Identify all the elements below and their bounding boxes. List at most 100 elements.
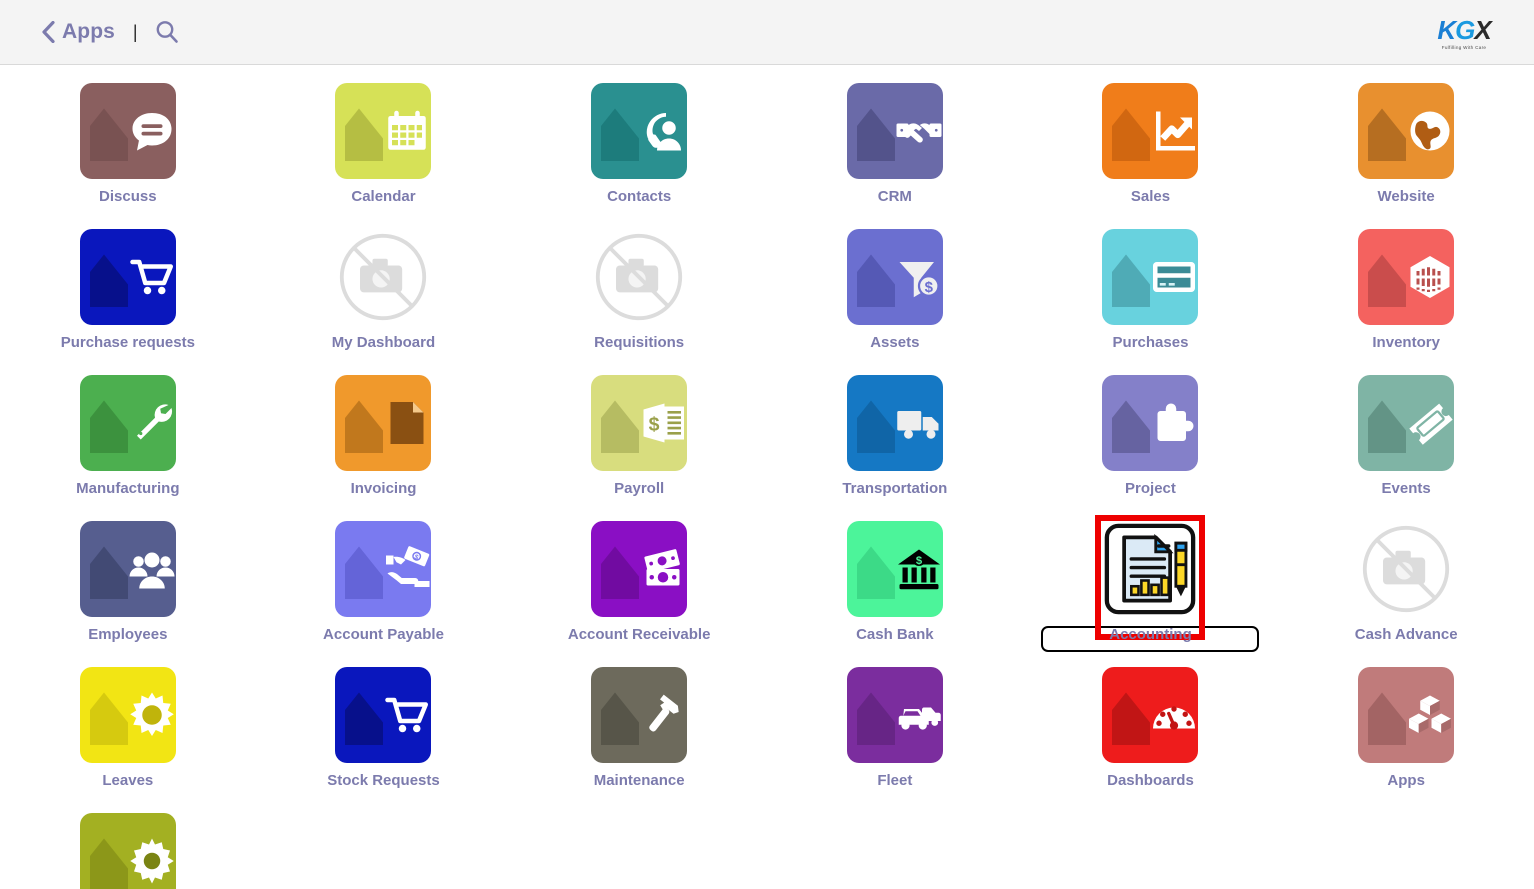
app-tile-transportation[interactable]: Transportation (790, 375, 1000, 521)
app-tile-dashboards[interactable]: Dashboards (1045, 667, 1255, 813)
app-label: Assets (870, 334, 920, 351)
top-navbar: Apps | KGX Fulfilling With Care (0, 0, 1534, 65)
app-tile-requisitions[interactable]: Requisitions (534, 229, 744, 375)
truck-icon (846, 375, 943, 471)
credit-card-icon (1102, 229, 1199, 325)
app-label: Stock Requests (327, 772, 440, 789)
app-label: Inventory (1372, 334, 1440, 351)
app-tile-website[interactable]: Website (1301, 83, 1511, 229)
bank-icon: $ (846, 521, 943, 617)
app-label: Events (1381, 480, 1431, 497)
app-tile-crm[interactable]: CRM (790, 83, 1000, 229)
payroll-dollar-icon: $ (591, 375, 688, 471)
app-label: Manufacturing (76, 480, 180, 497)
app-tile-invoicing[interactable]: Invoicing (278, 375, 488, 521)
app-tile-apps[interactable]: Apps (1301, 667, 1511, 813)
app-tile-assets[interactable]: $ Assets (790, 229, 1000, 375)
accounting-report-icon (1102, 521, 1199, 617)
app-label: Calendar (351, 188, 416, 205)
app-label: Employees (88, 626, 168, 643)
app-label: Contacts (607, 188, 672, 205)
document-lines-icon (335, 375, 432, 471)
logo-wordmark: KGX (1437, 14, 1491, 45)
logo-letter-g: G (1455, 14, 1475, 45)
search-icon[interactable] (154, 19, 180, 45)
app-label: Project (1125, 480, 1176, 497)
app-label: Cash Bank (856, 626, 934, 643)
app-tile-leaves[interactable]: Leaves (23, 667, 233, 813)
app-label: Maintenance (593, 772, 685, 789)
globe-icon (1358, 83, 1455, 179)
gauge-icon (1102, 667, 1199, 763)
chevron-left-icon (42, 21, 55, 43)
cubes-icon (1358, 667, 1455, 763)
warehouse-icon (1358, 229, 1455, 325)
banknotes-icon (591, 521, 688, 617)
growth-chart-icon (1102, 83, 1199, 179)
calendar-icon (335, 83, 432, 179)
no-image-icon (335, 229, 431, 325)
app-label: CRM (877, 188, 912, 205)
gear-icon (79, 813, 176, 889)
app-label: Account Receivable (567, 626, 711, 643)
app-tile-stock-requests[interactable]: Stock Requests (278, 667, 488, 813)
kgx-logo: KGX Fulfilling With Care (1424, 12, 1504, 54)
back-to-apps-link[interactable]: Apps (40, 20, 115, 44)
navbar-divider: | (132, 21, 138, 42)
app-label: Cash Advance (1354, 626, 1458, 643)
svg-text:$: $ (649, 414, 660, 436)
app-tile-manufacturing[interactable]: Manufacturing (23, 375, 233, 521)
no-image-icon (591, 229, 687, 325)
app-label: Dashboards (1107, 772, 1194, 789)
app-label: Invoicing (350, 480, 417, 497)
app-tile-sales[interactable]: Sales (1045, 83, 1255, 229)
app-label: Discuss (99, 188, 157, 205)
app-label: Purchases (1112, 334, 1189, 351)
app-tile-inventory[interactable]: Inventory (1301, 229, 1511, 375)
app-tile-project[interactable]: Project (1045, 375, 1255, 521)
svg-text:$: $ (916, 555, 923, 567)
app-label: Account Payable (323, 626, 444, 643)
phone-person-icon (591, 83, 688, 179)
app-tile-discuss[interactable]: Discuss (23, 83, 233, 229)
funnel-dollar-icon: $ (846, 229, 943, 325)
logo-tagline: Fulfilling With Care (1441, 44, 1487, 50)
people-group-icon (79, 521, 176, 617)
app-tile-my-dashboard[interactable]: My Dashboard (278, 229, 488, 375)
app-tile-cash-advance[interactable]: Cash Advance (1301, 521, 1511, 667)
hand-money-icon: $ (335, 521, 432, 617)
handshake-icon (846, 83, 943, 179)
app-launcher-page: Apps | KGX Fulfilling With Care Discuss … (0, 0, 1534, 889)
hammer-icon (591, 667, 688, 763)
app-label: Sales (1130, 188, 1171, 205)
app-label: Requisitions (594, 334, 685, 351)
app-tile-contacts[interactable]: Contacts (534, 83, 744, 229)
app-label: My Dashboard (331, 334, 436, 351)
app-tile-employees[interactable]: Employees (23, 521, 233, 667)
app-tile-accounting[interactable]: Accounting (1041, 515, 1260, 667)
app-grid: Discuss Calendar Contacts CRM Sales Webs… (0, 65, 1534, 889)
sun-icon (79, 667, 176, 763)
logo-letter-k: K (1437, 14, 1456, 45)
no-image-icon (1358, 521, 1454, 617)
app-tile-settings[interactable] (23, 813, 233, 889)
navbar-apps-label: Apps (62, 20, 115, 43)
app-label: Transportation (842, 480, 948, 497)
app-tile-account-payable[interactable]: $ Account Payable (278, 521, 488, 667)
app-tile-payroll[interactable]: $ Payroll (534, 375, 744, 521)
app-tile-purchase-requests[interactable]: Purchase requests (23, 229, 233, 375)
logo-letter-x: X (1474, 14, 1491, 45)
app-tile-account-receivable[interactable]: Account Receivable (534, 521, 744, 667)
app-label: Accounting (1109, 626, 1192, 643)
app-tile-maintenance[interactable]: Maintenance (534, 667, 744, 813)
wrench-icon (79, 375, 176, 471)
app-label: Purchase requests (60, 334, 195, 351)
cars-icon (846, 667, 943, 763)
app-tile-purchases[interactable]: Purchases (1045, 229, 1255, 375)
app-tile-cash-bank[interactable]: $ Cash Bank (790, 521, 1000, 667)
app-tile-events[interactable]: Events (1301, 375, 1511, 521)
app-tile-fleet[interactable]: Fleet (790, 667, 1000, 813)
shopping-cart-icon (79, 229, 176, 325)
app-tile-calendar[interactable]: Calendar (278, 83, 488, 229)
svg-text:$: $ (924, 279, 933, 296)
